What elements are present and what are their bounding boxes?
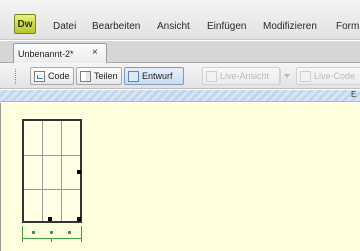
resize-handle-corner[interactable] bbox=[77, 217, 81, 221]
table-row-divider bbox=[24, 155, 80, 156]
layout-table[interactable] bbox=[22, 119, 82, 223]
resize-handle-right[interactable] bbox=[77, 170, 81, 174]
menu-item-bearbeiten[interactable]: Bearbeiten bbox=[92, 21, 140, 32]
column-marker bbox=[50, 231, 53, 234]
split-view-icon bbox=[80, 70, 91, 82]
split-view-label: Teilen bbox=[94, 71, 118, 81]
document-toolbar: Code Teilen Entwurf Live-Ansicht Live-Co… bbox=[0, 63, 360, 89]
live-view-label: Live-Ansicht bbox=[220, 71, 270, 81]
live-view-icon bbox=[206, 70, 217, 82]
live-code-icon bbox=[300, 70, 311, 82]
close-icon[interactable]: × bbox=[92, 47, 98, 58]
document-tab[interactable]: Unbenannt-2* × bbox=[13, 43, 107, 64]
info-strip-label: E bbox=[351, 90, 357, 99]
design-view-button[interactable]: Entwurf bbox=[124, 67, 184, 85]
split-view-button[interactable]: Teilen bbox=[76, 67, 122, 85]
code-view-label: Code bbox=[48, 71, 70, 81]
document-tab-title: Unbenannt-2* bbox=[18, 49, 74, 59]
menu-item-datei[interactable]: Datei bbox=[53, 21, 76, 32]
design-view-label: Entwurf bbox=[142, 71, 173, 81]
design-view-icon bbox=[128, 70, 139, 82]
info-strip bbox=[0, 90, 360, 102]
menu-item-modifizieren[interactable]: Modifizieren bbox=[263, 21, 317, 32]
live-view-button[interactable]: Live-Ansicht bbox=[202, 67, 280, 85]
menu-item-ansicht[interactable]: Ansicht bbox=[157, 21, 190, 32]
document-tab-strip: Unbenannt-2* × bbox=[0, 41, 360, 64]
menu-item-form[interactable]: Form bbox=[336, 21, 359, 32]
code-view-button[interactable]: Code bbox=[30, 67, 74, 85]
width-line bbox=[23, 238, 81, 239]
table-row-divider bbox=[24, 189, 80, 190]
column-marker bbox=[68, 231, 71, 234]
code-view-icon bbox=[34, 70, 45, 82]
live-view-dropdown-icon[interactable] bbox=[280, 69, 292, 83]
column-marker bbox=[32, 231, 35, 234]
live-code-button[interactable]: Live-Code bbox=[296, 67, 360, 85]
table-column-divider bbox=[61, 121, 62, 221]
table-column-divider bbox=[42, 121, 43, 221]
toolbar-grip-icon[interactable] bbox=[15, 69, 18, 84]
menu-item-einfuegen[interactable]: Einfügen bbox=[207, 21, 246, 32]
table-width-indicator bbox=[22, 226, 82, 242]
dreamweaver-logo: Dw bbox=[14, 14, 36, 34]
live-code-label: Live-Code bbox=[314, 71, 356, 81]
menu-bar: Dw Datei Bearbeiten Ansicht Einfügen Mod… bbox=[0, 0, 360, 40]
width-menu-icon[interactable] bbox=[51, 239, 52, 242]
resize-handle-bottom[interactable] bbox=[48, 217, 52, 221]
